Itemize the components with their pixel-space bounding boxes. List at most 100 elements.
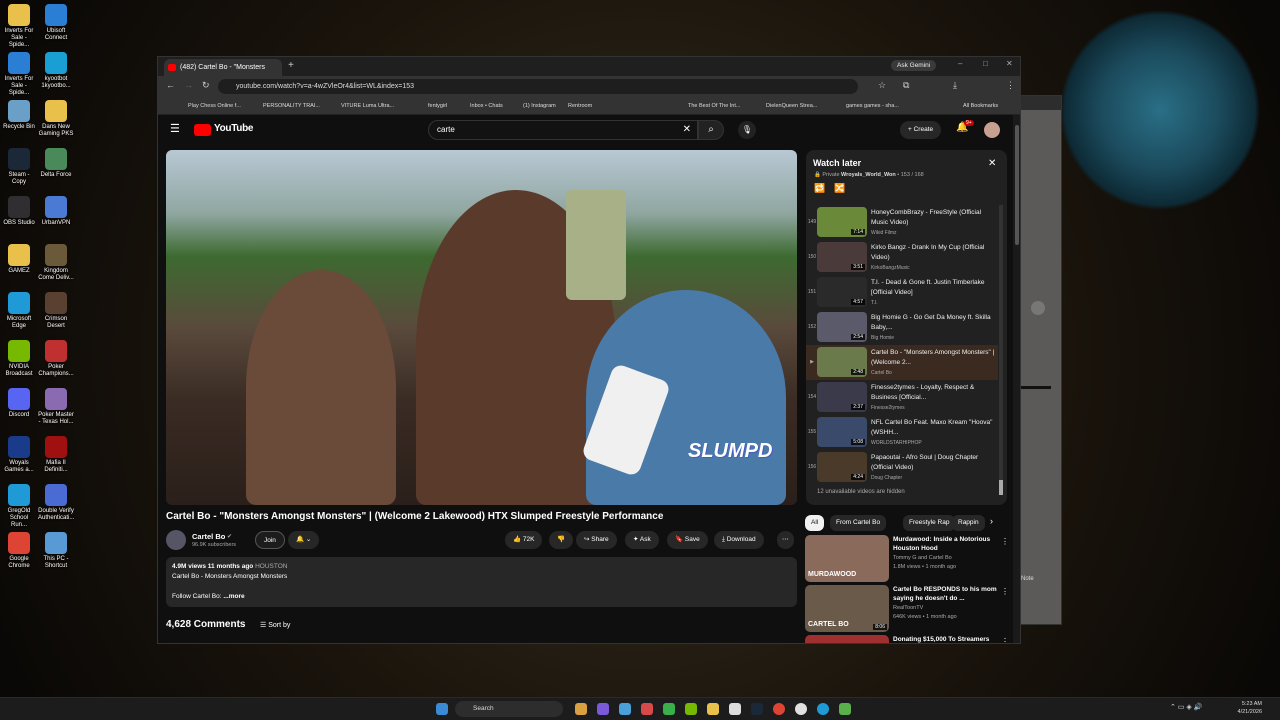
new-tab-icon[interactable]: + — [288, 60, 294, 71]
desktop-shortcut[interactable]: Ubisoft Connect — [38, 4, 74, 42]
playlist-scroll-thumb[interactable] — [999, 480, 1003, 495]
desktop-shortcut[interactable]: Steam - Copy — [1, 148, 37, 186]
steam-icon[interactable] — [751, 703, 763, 715]
chrome-icon[interactable] — [795, 703, 807, 715]
create-button[interactable]: + Create — [900, 121, 942, 139]
desktop-shortcut[interactable]: Microsoft Edge — [1, 292, 37, 330]
desktop-shortcut[interactable]: Kingdom Come Deliv... — [38, 244, 74, 282]
page-scrollbar[interactable] — [1013, 115, 1020, 643]
playlist-item[interactable]: 149 7:14 HoneyCombBrazy - FreeStyle (Offic… — [806, 205, 998, 240]
description-box[interactable]: 4.9M views 11 months ago HOUSTON Cartel … — [166, 557, 797, 607]
minimize-icon[interactable]: – — [958, 59, 962, 68]
more-options-icon[interactable]: ⋮ — [1001, 587, 1009, 596]
desktop-shortcut[interactable]: OBS Studio — [1, 196, 37, 227]
url-field[interactable]: youtube.com/watch?v=a-4wZVleOr4&list=WL&… — [218, 79, 858, 94]
playlist-item[interactable]: 156 4:24 Papaoutai - Afro Soul | Doug Chap… — [806, 450, 998, 485]
menu-dots-icon[interactable]: ⋮ — [1006, 80, 1015, 91]
bookmark-item[interactable]: fentygirl — [428, 100, 447, 112]
desktop-shortcut[interactable]: Dans New Gaming PKS — [38, 100, 74, 138]
bookmark-item[interactable]: All Bookmarks — [963, 100, 998, 112]
share-button[interactable]: ↪ Share — [576, 531, 617, 549]
clock[interactable]: 5:23 AM 4/21/2026 — [1230, 700, 1262, 716]
filter-chip[interactable]: All — [805, 515, 825, 531]
explorer-icon[interactable] — [575, 703, 587, 715]
desktop-shortcut[interactable]: Poker Champions... — [38, 340, 74, 378]
app-icon[interactable] — [597, 703, 609, 715]
chrome-icon[interactable] — [773, 703, 785, 715]
playlist-item[interactable]: 155 5:08 NFL Cartel Bo Feat. Maxo Kream "H… — [806, 415, 998, 450]
reload-icon[interactable]: ↻ — [202, 80, 210, 91]
desktop-shortcut[interactable]: NVIDIA Broadcast — [1, 340, 37, 378]
youtube-logo-text[interactable]: YouTube — [214, 123, 254, 134]
youtube-logo-icon[interactable] — [194, 124, 211, 136]
channel-name[interactable]: Cartel Bo — [192, 532, 225, 541]
loop-icon[interactable]: 🔁 — [814, 183, 825, 194]
search-input[interactable]: carte ✕ — [428, 120, 698, 140]
subscribe-bell-button[interactable]: 🔔 ⌄ — [288, 531, 320, 549]
bookmark-item[interactable]: Inbox • Chats — [470, 100, 503, 112]
clear-search-icon[interactable]: ✕ — [683, 121, 691, 139]
close-window-icon[interactable]: ✕ — [1006, 59, 1013, 68]
desktop-shortcut[interactable]: Inverts For Sale - Spide... — [1, 52, 37, 97]
more-link[interactable]: ...more — [223, 593, 244, 600]
nvidia-icon[interactable] — [685, 703, 697, 715]
more-actions-button[interactable]: ⋯ — [777, 531, 794, 549]
playlist-scrollbar[interactable] — [999, 205, 1003, 495]
shuffle-icon[interactable]: 🔀 — [834, 183, 845, 194]
desktop-shortcut[interactable]: Delta Force — [38, 148, 74, 179]
like-button[interactable]: 👍 72K — [505, 531, 543, 549]
save-button[interactable]: 🔖 Save — [667, 531, 708, 549]
app-icon[interactable] — [729, 703, 741, 715]
desktop-shortcut[interactable]: Mafia II Definiti... — [38, 436, 74, 474]
edge-icon[interactable] — [817, 703, 829, 715]
bookmark-item[interactable]: The Best Of The Int... — [688, 100, 740, 112]
voice-search-icon[interactable]: 🎙 — [738, 121, 756, 139]
playlist-item[interactable]: 151 4:57 T.I. - Dead & Gone ft. Justin Tim… — [806, 275, 998, 310]
app-icon[interactable] — [839, 703, 851, 715]
app-icon[interactable] — [619, 703, 631, 715]
playlist-item[interactable]: ▶ 2:48 Cartel Bo - "Monsters Amongst Monst… — [806, 345, 998, 380]
recommended-video[interactable]: MURDAWOOD Murdawood: Inside a Notorious H… — [805, 535, 1010, 585]
recommended-video[interactable]: Donating $15,000 To Streamers ⋮ — [805, 635, 1010, 643]
desktop-shortcut[interactable]: Double Verify Authenticati... — [38, 484, 74, 522]
extensions-icon[interactable]: ⧉ — [903, 80, 909, 91]
more-options-icon[interactable]: ⋮ — [1001, 537, 1009, 546]
filter-chip[interactable]: Freestyle Rap — [903, 515, 956, 531]
desktop-shortcut[interactable]: Crimson Desert — [38, 292, 74, 330]
desktop-shortcut[interactable]: kyootbot 1kyootbo... — [38, 52, 74, 90]
windows-start-icon[interactable] — [436, 703, 448, 715]
page-scroll-thumb[interactable] — [1015, 125, 1019, 245]
playlist-item[interactable]: 154 2:37 Finesse2tymes - Loyalty, Respect … — [806, 380, 998, 415]
desktop-shortcut[interactable]: Discord — [1, 388, 37, 419]
tab-youtube[interactable]: (482) Cartel Bo - "Monsters — [164, 59, 282, 76]
desktop-shortcut[interactable]: GregOld School Run... — [1, 484, 37, 529]
bookmark-item[interactable]: PERSONALITY TRAI... — [263, 100, 320, 112]
forward-icon[interactable]: → — [184, 80, 193, 90]
maximize-icon[interactable]: □ — [983, 59, 988, 68]
folder-icon[interactable] — [707, 703, 719, 715]
app-icon[interactable] — [641, 703, 653, 715]
desktop-shortcut[interactable]: Inverts For Sale - Spide... — [1, 4, 37, 49]
avatar[interactable] — [984, 122, 1000, 138]
download-button[interactable]: ⤓ Download — [714, 531, 764, 549]
more-options-icon[interactable]: ⋮ — [1001, 637, 1009, 643]
hamburger-menu-icon[interactable]: ☰ — [170, 122, 180, 135]
bookmark-item[interactable]: DielenQueen Strea... — [766, 100, 817, 112]
filter-chip[interactable]: From Cartel Bo — [830, 515, 887, 531]
desktop-shortcut[interactable]: Recycle Bin — [1, 100, 37, 131]
bookmark-item[interactable]: Rentroom — [568, 100, 592, 112]
bookmark-item[interactable]: Play Chess Online f... — [188, 100, 241, 112]
desktop-shortcut[interactable]: UrbanVPN — [38, 196, 74, 227]
join-button[interactable]: Join — [255, 531, 285, 549]
playlist-owner[interactable]: Wroyals_World_Won — [841, 172, 896, 178]
playlist-item[interactable]: 150 3:51 Kirko Bangz - Drank In My Cup (Of… — [806, 240, 998, 275]
recommended-video[interactable]: CARTEL BO 8:06 Cartel Bo RESPONDS to his m… — [805, 585, 1010, 635]
chevron-right-icon[interactable]: › — [990, 516, 993, 526]
search-button[interactable]: ⌕ — [698, 120, 724, 140]
ask-gemini-button[interactable]: Ask Gemini — [891, 60, 937, 71]
filter-chip[interactable]: Rappin — [952, 515, 985, 531]
dislike-button[interactable]: 👎 — [549, 531, 574, 549]
close-playlist-icon[interactable]: ✕ — [988, 158, 996, 169]
bookmark-item[interactable]: (1) Instagram — [523, 100, 556, 112]
channel-avatar[interactable] — [166, 530, 186, 550]
